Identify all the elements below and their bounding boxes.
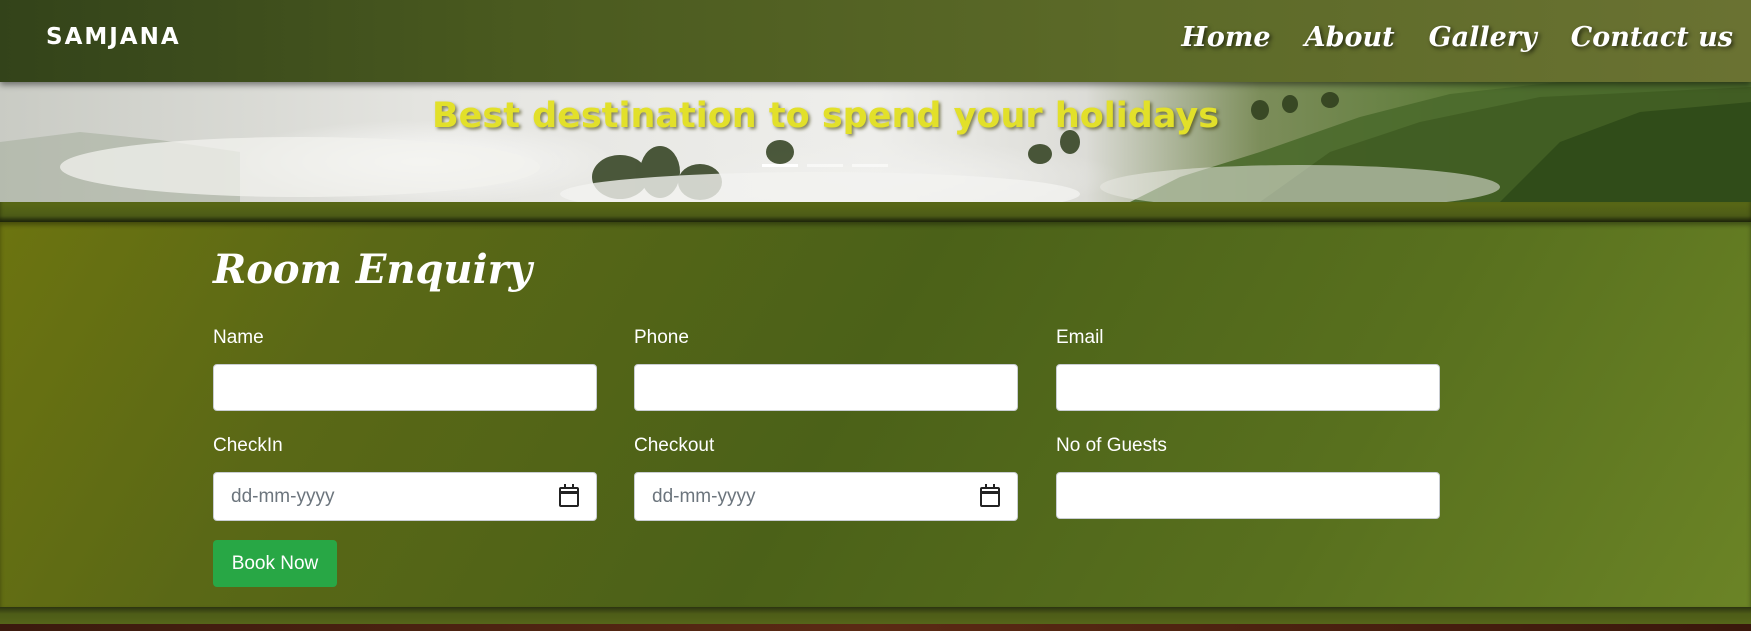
nav-link-home[interactable]: Home	[1181, 18, 1270, 58]
calendar-icon[interactable]	[559, 483, 579, 507]
name-field: Name	[213, 326, 597, 411]
email-field: Email	[1056, 326, 1440, 411]
email-input[interactable]	[1056, 364, 1440, 411]
hero-carousel: Best destination to spend your holidays	[0, 82, 1751, 202]
nav-link-gallery[interactable]: Gallery	[1429, 18, 1537, 58]
phone-input[interactable]	[634, 364, 1018, 411]
guests-input[interactable]	[1056, 472, 1440, 519]
navbar: SAMJANA Home About Gallery Contact us	[0, 0, 1751, 82]
checkin-input[interactable]: dd-mm-yyyy	[213, 472, 597, 521]
footer-edge	[0, 624, 1751, 631]
nav-links: Home About Gallery Contact us	[1181, 18, 1733, 58]
carousel-indicators	[762, 164, 888, 167]
section-divider-bottom	[0, 607, 1751, 624]
nav-link-about[interactable]: About	[1305, 18, 1395, 58]
guests-label: No of Guests	[1056, 435, 1167, 456]
checkin-label: CheckIn	[213, 435, 283, 456]
checkout-input[interactable]: dd-mm-yyyy	[634, 472, 1018, 521]
nav-link-contact[interactable]: Contact us	[1571, 18, 1733, 58]
guests-field: No of Guests	[1056, 434, 1440, 519]
section-divider	[0, 202, 1751, 222]
room-enquiry-section: Room Enquiry Name Phone Email CheckIn dd…	[0, 222, 1751, 607]
brand-logo[interactable]: SAMJANA	[46, 24, 181, 50]
book-now-button[interactable]: Book Now	[213, 540, 337, 587]
checkin-field: CheckIn dd-mm-yyyy	[213, 434, 597, 521]
checkout-placeholder: dd-mm-yyyy	[652, 485, 756, 507]
enquiry-title: Room Enquiry	[213, 246, 532, 293]
hero-title: Best destination to spend your holidays	[431, 96, 1220, 136]
phone-label: Phone	[634, 327, 689, 348]
calendar-icon[interactable]	[980, 483, 1000, 507]
carousel-indicator-3[interactable]	[852, 164, 888, 167]
carousel-indicator-1[interactable]	[762, 164, 798, 167]
name-label: Name	[213, 327, 264, 348]
checkout-label: Checkout	[634, 435, 715, 456]
carousel-indicator-2[interactable]	[807, 164, 843, 167]
phone-field: Phone	[634, 326, 1018, 411]
checkout-field: Checkout dd-mm-yyyy	[634, 434, 1018, 521]
name-input[interactable]	[213, 364, 597, 411]
email-label: Email	[1056, 327, 1104, 348]
checkin-placeholder: dd-mm-yyyy	[231, 485, 335, 507]
